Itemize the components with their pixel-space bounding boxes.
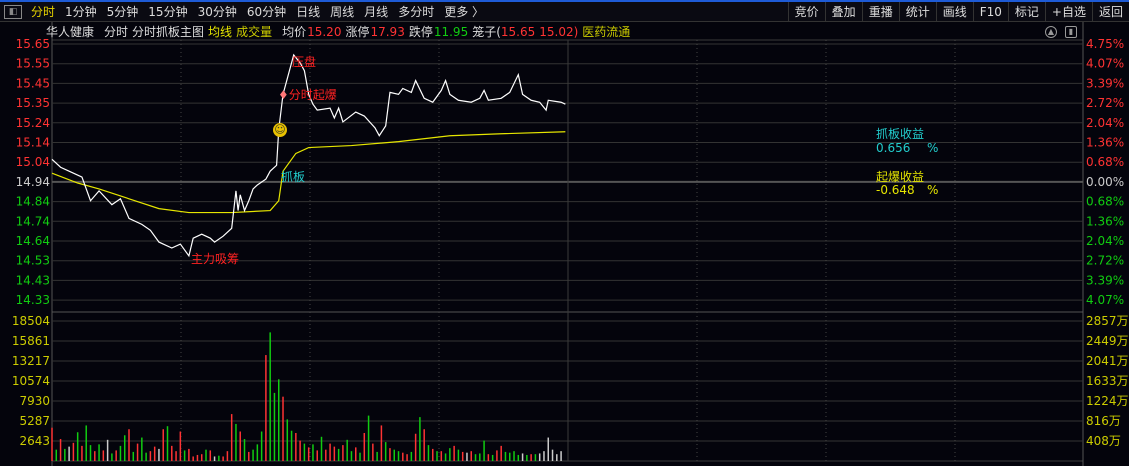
volume-tick: 5287 (19, 414, 50, 428)
price-tick: 15.24 (16, 116, 50, 130)
diamond-icon: ♦ (278, 88, 289, 102)
grab-return-label: 抓板收益 (876, 127, 925, 141)
price-tick: 14.84 (16, 195, 50, 209)
limit-down-label: 跌停 (408, 25, 433, 39)
avg-price-line (51, 131, 566, 214)
cage-low: 15.02) (539, 24, 579, 39)
pct-tick: 1.36% (1086, 214, 1124, 228)
amount-tick: 2449万 (1086, 334, 1129, 348)
pct-tick: 2.72% (1086, 96, 1124, 110)
price-tick: 15.35 (16, 96, 50, 110)
volume-tick: 7930 (19, 394, 50, 408)
sector-name[interactable]: 医药流通 (582, 23, 630, 40)
volume-tick: 2643 (19, 434, 50, 448)
pct-tick: 4.75% (1086, 37, 1124, 51)
limit-up-value: 17.93 (370, 24, 405, 39)
chart-info-bar: 华人健康 分时 分时抓板主图 均线 成交量 均价 15.20 涨停 17.93 … (0, 23, 1040, 40)
amount-tick: 1633万 (1086, 374, 1129, 388)
annotation-accumulate: 主力吸筹 (191, 252, 240, 266)
volume-tick: 10574 (12, 374, 50, 388)
annotation-grab: 抓板 (281, 170, 306, 184)
price-tick: 15.55 (16, 57, 50, 71)
price-tick: 14.94 (16, 175, 50, 189)
price-tick: 14.74 (16, 214, 50, 228)
burst-return-unit: % (927, 183, 939, 197)
volume-toggle[interactable]: 成交量 (236, 23, 272, 40)
intraday-chart: 15.65 4.75% 15.55 4.07% 15.45 3.39% 15.35 2.72%… (12, 22, 1129, 466)
price-tick: 14.33 (16, 293, 50, 307)
price-tick: 14.53 (16, 254, 50, 268)
pct-tick: 2.72% (1086, 254, 1124, 268)
zoom-in-icon[interactable]: ▲ (1045, 26, 1057, 38)
pct-tick: 2.04% (1086, 234, 1124, 248)
pct-tick: 3.39% (1086, 273, 1124, 287)
avg-price-value: 15.20 (307, 24, 342, 39)
amount-tick: 816万 (1086, 414, 1121, 428)
price-tick: 14.43 (16, 273, 50, 287)
amount-tick: 1224万 (1086, 394, 1129, 408)
smiley-icon: ☺ (273, 123, 287, 137)
cage-high: 15.65 (500, 24, 536, 39)
pct-tick: 1.36% (1086, 136, 1124, 150)
price-tick: 15.04 (16, 155, 50, 169)
burst-return-value: -0.648 (876, 183, 915, 197)
stock-name: 华人健康 (46, 25, 95, 39)
chart-mode[interactable]: 分时 (104, 23, 128, 40)
price-tick: 15.14 (16, 136, 50, 150)
avg-price-label: 均价 (282, 25, 307, 39)
pct-tick: 4.07% (1086, 293, 1124, 307)
amount-tick: 2857万 (1086, 314, 1129, 328)
annotation-burst-text: 分时起爆 (288, 88, 337, 102)
amount-tick: 408万 (1086, 434, 1121, 448)
limit-up-label: 涨停 (345, 25, 370, 39)
limit-down-value: 11.95 (433, 24, 469, 39)
side-panel-icon[interactable]: ▮ (1065, 26, 1077, 38)
pct-tick: 4.07% (1086, 57, 1124, 71)
price-tick: 15.45 (16, 76, 50, 90)
volume-tick: 18504 (12, 314, 50, 328)
grab-return-unit: % (927, 141, 939, 155)
grab-return-value: 0.656 (876, 141, 911, 155)
pct-tick: 2.04% (1086, 116, 1124, 130)
volume-tick: 13217 (12, 354, 50, 368)
volume-tick: 15861 (12, 334, 50, 348)
annotation-burst: ♦分时起爆 (278, 86, 337, 103)
pct-tick: 3.39% (1086, 76, 1124, 90)
avg-line-toggle[interactable]: 均线 (208, 23, 232, 40)
cage-label: 笼子( (472, 25, 501, 39)
template-name[interactable]: 分时抓板主图 (132, 23, 204, 40)
pct-tick: 0.68% (1086, 195, 1124, 209)
price-tick: 14.64 (16, 234, 50, 248)
amount-tick: 2041万 (1086, 354, 1129, 368)
pct-tick: 0.68% (1086, 155, 1124, 169)
annotation-suppress: 压盘 (292, 55, 317, 69)
pct-tick: 0.00% (1086, 175, 1124, 189)
